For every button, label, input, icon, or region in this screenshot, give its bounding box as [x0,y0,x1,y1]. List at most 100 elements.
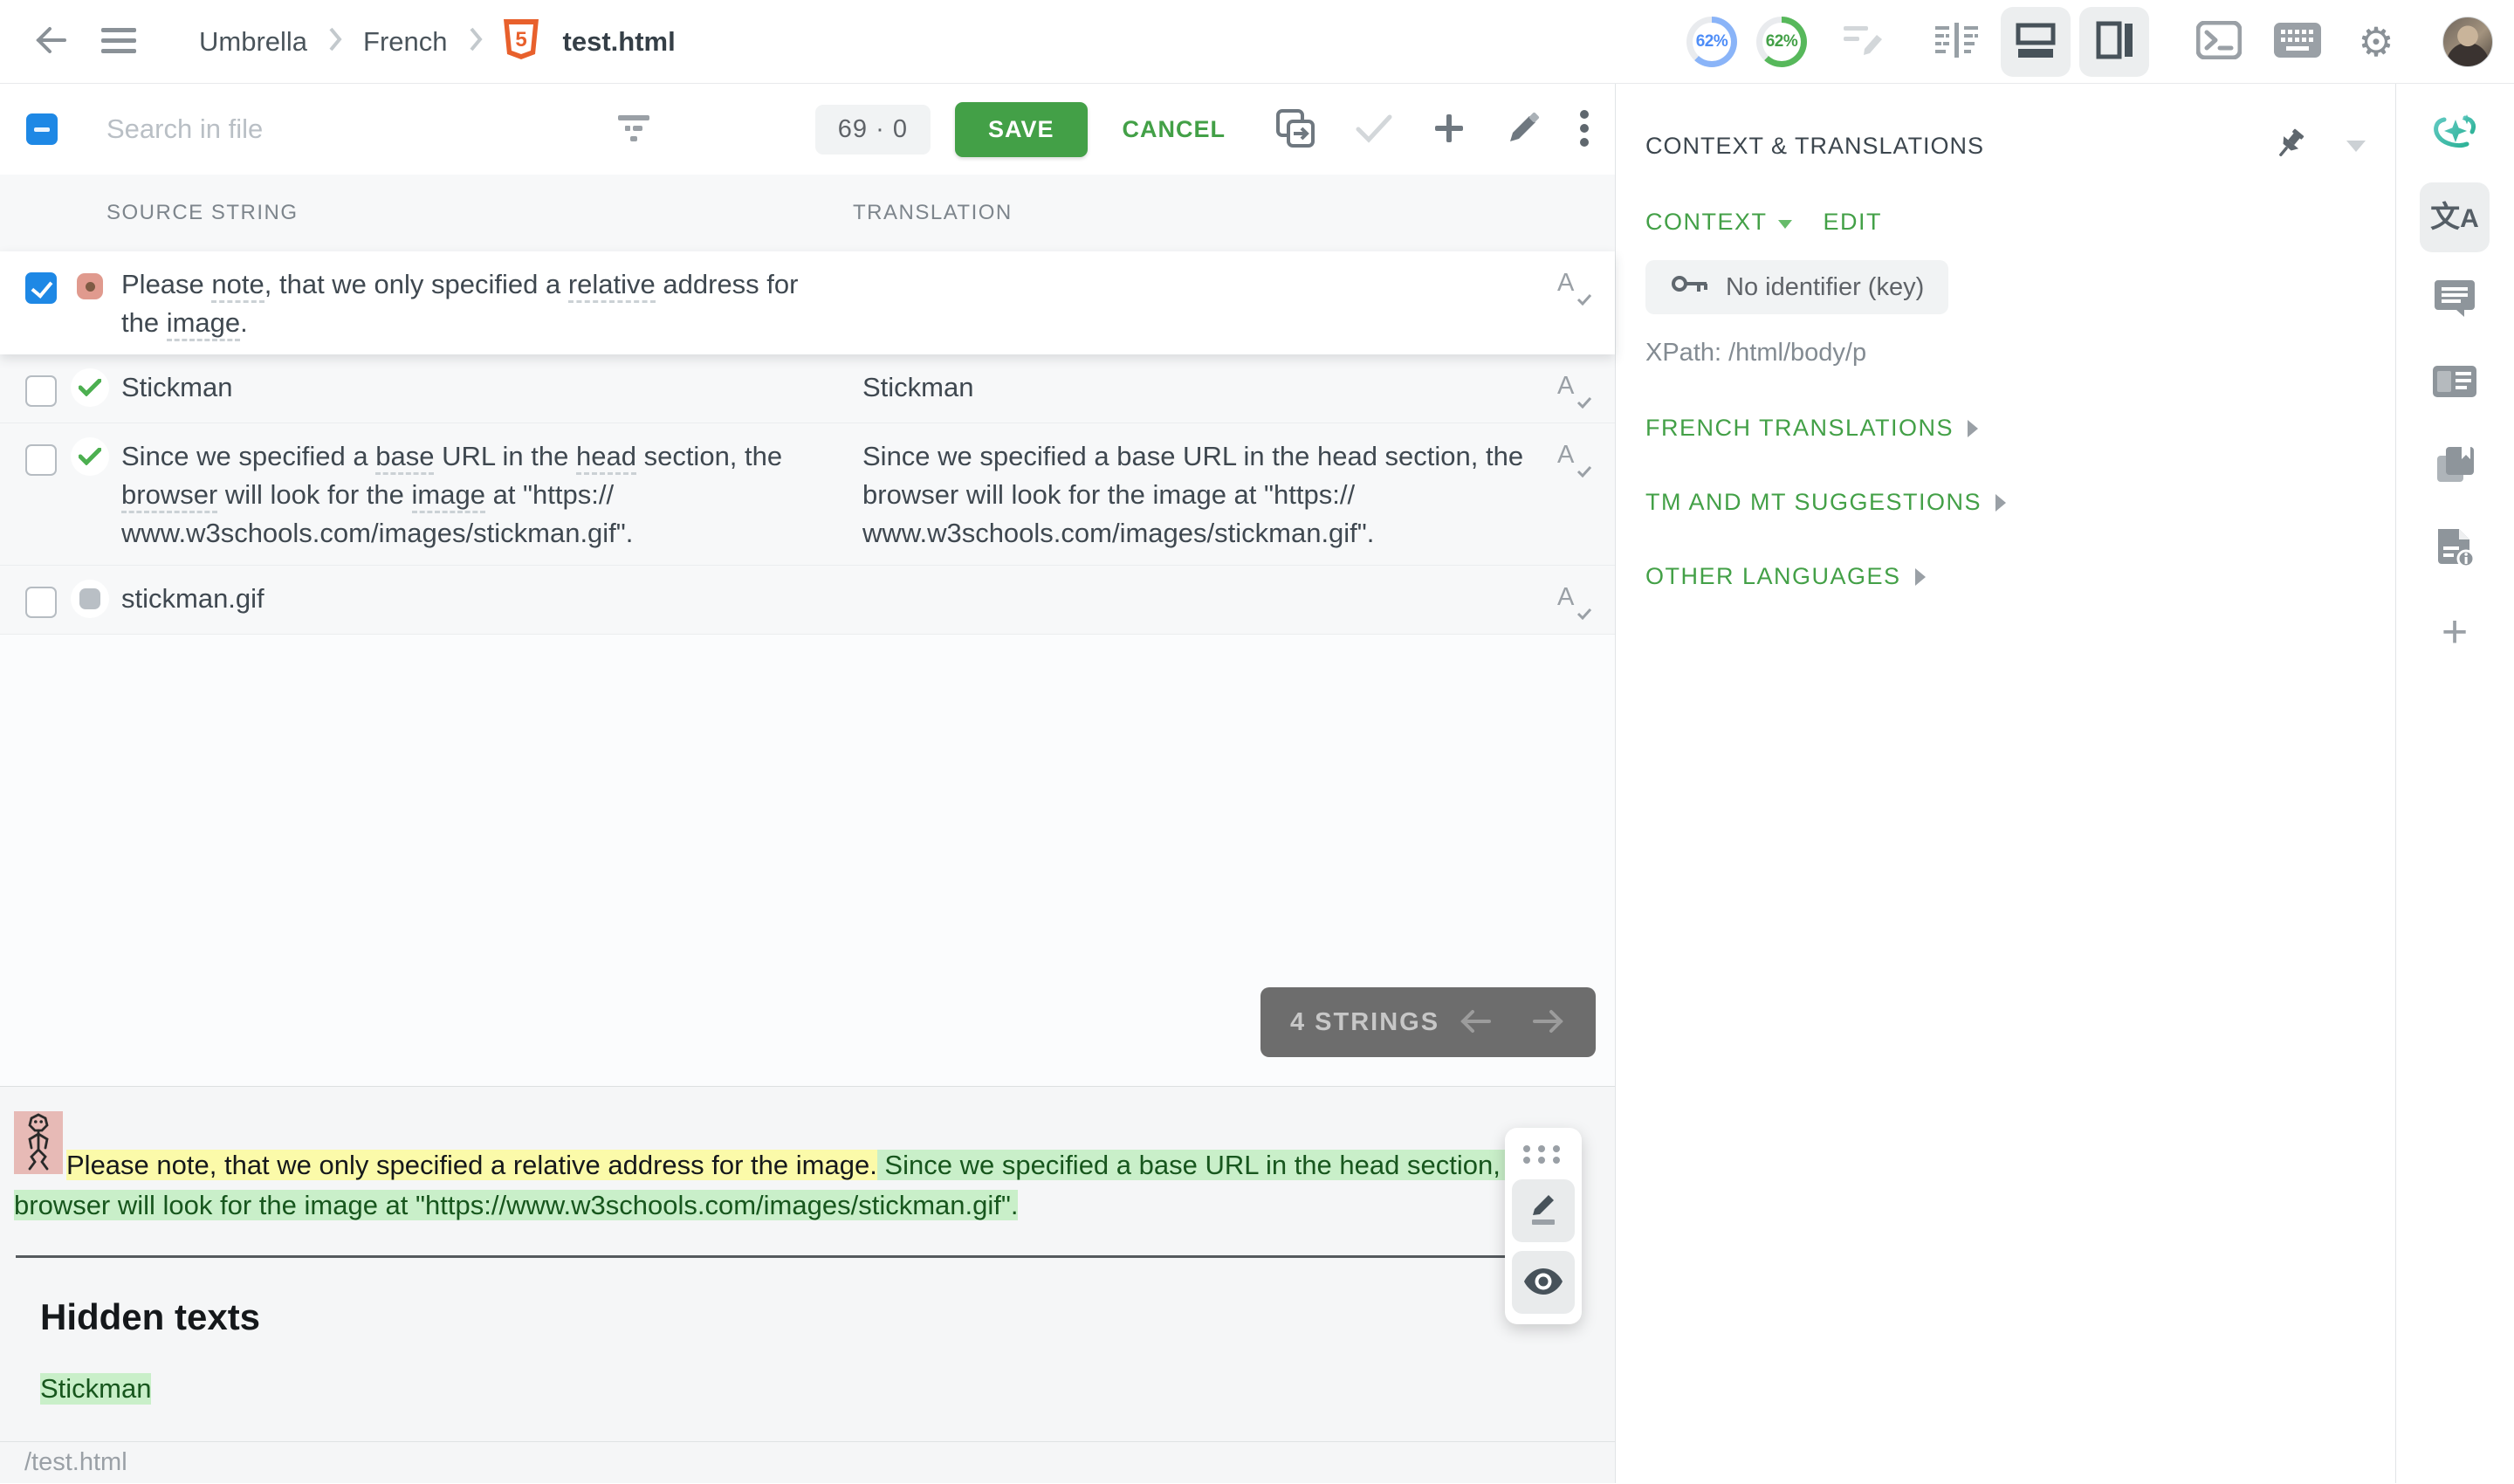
right-panel-icon [2096,21,2133,62]
pin-panel-button[interactable] [2271,126,2310,167]
previous-page-button[interactable] [1458,1007,1493,1038]
draft-edit-button[interactable] [1842,19,1887,64]
copy-source-button[interactable] [1274,107,1316,152]
back-button[interactable] [31,21,70,62]
source-string[interactable]: Stickman [121,368,802,407]
key-icon [1670,271,1710,304]
draft-edit-icon [1842,19,1887,64]
chevron-down-icon [1778,220,1792,229]
bottom-panel-view-button[interactable] [2001,7,2071,77]
user-avatar[interactable] [2442,17,2493,67]
drag-handle[interactable] [1523,1140,1563,1171]
context-panel-header: CONTEXT & TRANSLATIONS [1645,84,2366,167]
topbar-left: Umbrella French 5 test.html [31,19,676,64]
source-string[interactable]: Please note, that we only specified a re… [121,265,802,342]
string-status-icon [71,580,109,618]
next-page-button[interactable] [1531,1007,1566,1038]
hamburger-icon [100,24,138,58]
source-string[interactable]: Since we specified a base URL in the hea… [121,437,802,553]
strings-toolbar: 69 · 0 SAVE CANCEL [0,84,1615,175]
approve-button[interactable] [1355,113,1393,146]
translation-string[interactable]: Stickman [862,368,1543,407]
string-row[interactable]: stickman.gif A [0,566,1615,635]
search-input[interactable] [106,113,560,145]
hidden-text-item[interactable]: Stickman [40,1373,151,1405]
rail-item-ai-suggestions[interactable] [2420,100,2490,169]
spellcheck-icon: A [1557,372,1592,410]
menu-button[interactable] [100,24,138,58]
side-by-side-view-button[interactable] [1922,7,1992,77]
preview-edit-button[interactable] [1512,1179,1575,1242]
save-button[interactable]: SAVE [955,102,1088,157]
ai-sparkle-icon [2432,113,2477,157]
row-checkbox[interactable] [25,587,57,618]
spellcheck-icon: A [1557,583,1592,622]
right-panel-view-button[interactable] [2079,7,2149,77]
panel-rail: 文A + [2396,84,2513,1483]
approval-progress-ring[interactable]: 62% [1756,17,1807,67]
translation-string[interactable]: Since we specified a base URL in the hea… [862,437,1543,553]
preview-selected-text[interactable]: Please note, that we only specified a re… [66,1150,877,1180]
keyboard-icon [2274,23,2321,60]
context-dropdown[interactable]: CONTEXT [1645,209,1792,236]
row-checkbox[interactable] [25,375,57,407]
context-edit-button[interactable]: EDIT [1824,209,1883,236]
plus-icon [1432,111,1466,148]
side-by-side-icon [1935,23,1979,60]
filter-button[interactable] [616,113,651,146]
rail-item-file-info[interactable] [2420,514,2490,584]
chevron-right-icon [1968,420,1978,437]
keyboard-shortcuts-button[interactable] [2263,7,2332,77]
more-options-button[interactable] [1580,109,1589,150]
string-row[interactable]: Since we specified a base URL in the hea… [0,423,1615,566]
section-other-languages[interactable]: OTHER LANGUAGES [1645,563,2366,590]
html5-file-icon: 5 [504,19,539,64]
topbar-right: 62% 62% [1686,7,2493,77]
rail-item-add-panel[interactable]: + [2420,597,2490,667]
row-checkbox[interactable] [25,272,57,304]
string-row[interactable]: Stickman Stickman A [0,354,1615,423]
breadcrumb-project[interactable]: Umbrella [199,26,307,58]
rail-item-translate[interactable]: 文A [2420,182,2490,252]
cancel-button[interactable]: CANCEL [1123,116,1226,143]
glossary-icon [2434,445,2476,488]
view-mode-group [1922,7,2149,77]
eye-icon [1524,1268,1563,1297]
chevron-right-icon [1915,568,1926,586]
breadcrumb: Umbrella French 5 test.html [199,19,676,64]
section-french-translations[interactable]: FRENCH TRANSLATIONS [1645,415,2366,442]
preview-tools-card [1505,1128,1582,1324]
identifier-text: No identifier (key) [1726,273,1924,302]
preview-visibility-button[interactable] [1512,1251,1575,1314]
pencil-underline-icon [1526,1192,1561,1230]
breadcrumb-language[interactable]: French [363,26,447,58]
spellcheck-icon: A [1557,269,1592,307]
collapse-panel-button[interactable] [2346,141,2366,152]
section-tm-mt-suggestions[interactable]: TM AND MT SUGGESTIONS [1645,489,2366,516]
translation-progress-ring[interactable]: 62% [1686,17,1737,67]
kebab-menu-icon [1580,109,1589,150]
breadcrumb-file: test.html [563,26,676,58]
row-checkbox[interactable] [25,444,57,476]
preview-paragraph[interactable]: Please note, that we only specified a re… [14,1111,1594,1226]
console-button[interactable] [2184,7,2254,77]
edit-string-button[interactable] [1505,110,1542,149]
string-status-icon [71,368,109,407]
filter-icon [616,113,651,146]
context-panel: CONTEXT & TRANSLATIONS CONTEXT EDIT [1616,84,2396,1483]
arrow-left-icon [1458,1007,1493,1038]
select-all-checkbox[interactable] [26,113,58,145]
editor-pane: 69 · 0 SAVE CANCEL [0,84,1616,1483]
file-path: /test.html [24,1448,127,1477]
arrow-right-icon [1531,1007,1566,1038]
rail-item-comments[interactable] [2420,265,2490,335]
rail-item-translation-memory[interactable] [2420,348,2490,418]
chevron-right-icon [467,25,484,58]
add-string-button[interactable] [1432,111,1466,148]
settings-button[interactable]: ⚙ [2341,7,2411,77]
source-string[interactable]: stickman.gif [121,580,802,618]
comment-icon [2435,280,2475,321]
tm-card-icon [2433,366,2476,402]
string-row[interactable]: Please note, that we only specified a re… [0,251,1615,354]
rail-item-glossary[interactable] [2420,431,2490,501]
